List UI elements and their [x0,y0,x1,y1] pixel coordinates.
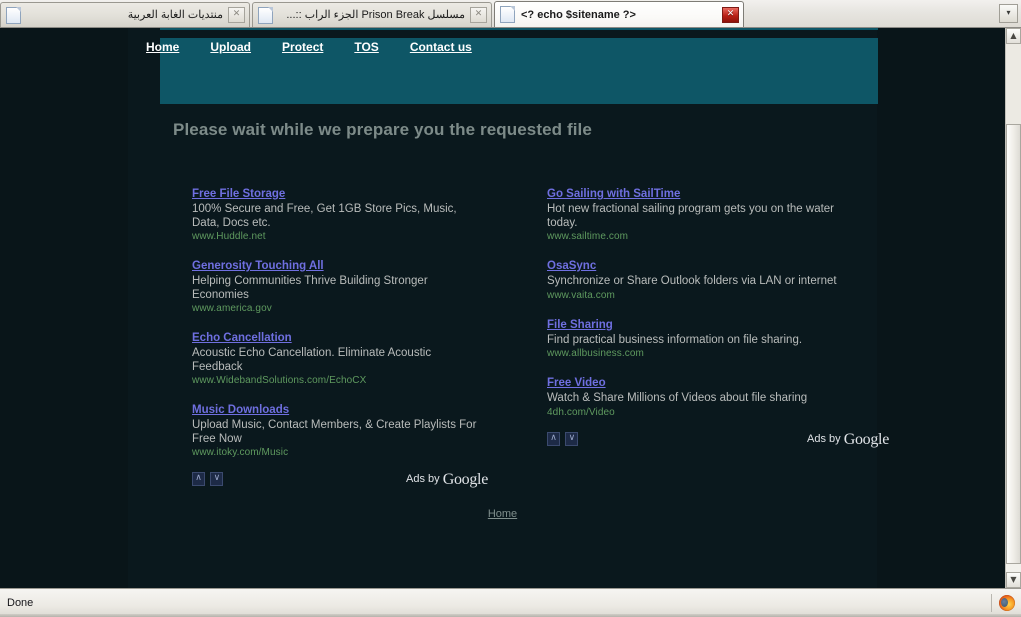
ad-title-link[interactable]: Free File Storage [192,187,285,201]
site-container: Home Upload Protect TOS Contact us Pleas… [128,28,889,588]
ad-item: Echo Cancellation Acoustic Echo Cancella… [192,328,522,388]
ad-description: Upload Music, Contact Members, & Create … [192,419,477,445]
ad-title-link[interactable]: Music Downloads [192,403,289,417]
ad-title-link[interactable]: Go Sailing with SailTime [547,187,680,201]
ad-description: Acoustic Echo Cancellation. Eliminate Ac… [192,347,432,373]
ad-item: Free Video Watch & Share Millions of Vid… [547,373,877,420]
ad-description: Hot new fractional sailing program gets … [547,203,835,229]
document-icon [258,6,273,24]
document-icon [6,6,21,24]
ads-by-google-label[interactable]: Ads by Google [406,471,488,489]
browser-status-bar: Done [0,588,1021,617]
ad-title-link[interactable]: OsaSync [547,259,596,273]
ad-url: www.america.gov [192,303,272,314]
ad-description: Find practical business information on f… [547,333,803,346]
browser-tab-2[interactable]: مسلسل Prison Break الجزء الراب ::... ✕ [252,2,492,27]
site-header-bar [160,28,878,30]
arrow-up-icon[interactable]: ∧ [192,472,205,486]
close-icon[interactable]: ✕ [228,7,245,23]
footer-home-link[interactable]: Home [488,508,517,520]
ads-footer-left: ∧ ∨ Ads by Google [192,471,522,494]
ad-url: www.allbusiness.com [547,348,644,359]
google-wordmark: Google [843,430,890,448]
nav-link-contact-us[interactable]: Contact us [410,40,472,54]
web-page: Home Upload Protect TOS Contact us Pleas… [0,28,1005,588]
ad-title-link[interactable]: Echo Cancellation [192,331,292,345]
ad-description: Synchronize or Share Outlook folders via… [547,275,837,287]
ad-description: Watch & Share Millions of Videos about f… [547,392,808,404]
scrollbar-thumb[interactable] [1006,124,1021,564]
ads-column-left: Free File Storage 100% Secure and Free, … [192,184,522,494]
status-bar-right-section [991,594,1021,612]
ad-url: www.vaita.com [547,289,615,301]
ad-item: Music Downloads Upload Music, Contact Me… [192,400,522,460]
ad-item: File Sharing Find practical business inf… [547,315,877,362]
nav-link-home[interactable]: Home [146,40,179,54]
nav-link-protect[interactable]: Protect [282,40,323,54]
ads-column-right: Go Sailing with SailTime Hot new fractio… [547,184,889,454]
browser-tab-title: منتديات الغابة العربية [127,9,223,21]
ad-title-link[interactable]: Generosity Touching All [192,259,324,273]
ads-by-text: Ads by [406,473,440,485]
status-text: Done [7,597,34,609]
ad-item: Free File Storage 100% Secure and Free, … [192,184,522,244]
scroll-up-icon[interactable]: ▲ [1006,28,1021,44]
page-title: Please wait while we prepare you the req… [173,120,592,139]
ad-url: www.sailtime.com [547,231,629,242]
ad-item: OsaSync Synchronize or Share Outlook fol… [547,256,877,303]
scroll-down-icon[interactable]: ▼ [1006,572,1021,588]
ad-item: Generosity Touching All Helping Communit… [192,256,522,316]
ad-url: www.itoky.com/Music [192,447,289,458]
nav-link-upload[interactable]: Upload [210,40,251,54]
firefox-icon[interactable] [999,595,1015,611]
ads-by-text: Ads by [807,432,841,445]
document-icon [500,6,515,23]
google-wordmark: Google [442,471,489,488]
ad-description: Helping Communities Thrive Building Stro… [192,275,428,301]
site-navigation-links: Home Upload Protect TOS Contact us [146,40,472,54]
arrow-down-icon[interactable]: ∨ [210,472,224,486]
ad-title-link[interactable]: Free Video [547,376,606,390]
browser-tab-1[interactable]: منتديات الغابة العربية ✕ [0,2,250,27]
arrow-up-icon[interactable]: ∧ [547,431,560,446]
ad-title-link[interactable]: File Sharing [547,318,613,332]
vertical-scrollbar[interactable]: ▲ ▼ [1005,28,1021,588]
ads-by-google-label[interactable]: Ads by Google [807,431,889,449]
chevron-down-icon[interactable]: ▾ [999,4,1018,23]
scrollbar-track-upper[interactable] [1006,44,1021,124]
ad-url: www.WidebandSolutions.com/EchoCX [192,375,367,386]
browser-tab-bar: منتديات الغابة العربية ✕ مسلسل Prison Br… [0,0,1021,28]
browser-tab-3-active[interactable]: <? echo $sitename ?> ✕ [494,1,744,27]
ad-description: 100% Secure and Free, Get 1GB Store Pics… [192,203,457,229]
ad-url: 4dh.com/Video [547,406,615,418]
close-icon[interactable]: ✕ [722,6,739,23]
nav-link-tos[interactable]: TOS [354,40,378,54]
arrow-down-icon[interactable]: ∨ [565,431,579,446]
ads-footer-right: ∧ ∨ Ads by Google [547,431,889,454]
ad-url: www.Huddle.net [192,231,266,242]
browser-tab-title: <? echo $sitename ?> [521,8,636,21]
page-viewport: Home Upload Protect TOS Contact us Pleas… [0,28,1005,588]
close-icon[interactable]: ✕ [470,7,487,23]
footer-home-link-wrap: Home [128,504,877,522]
browser-tab-title: مسلسل Prison Break الجزء الراب ::... [286,9,465,21]
ad-item: Go Sailing with SailTime Hot new fractio… [547,184,877,244]
